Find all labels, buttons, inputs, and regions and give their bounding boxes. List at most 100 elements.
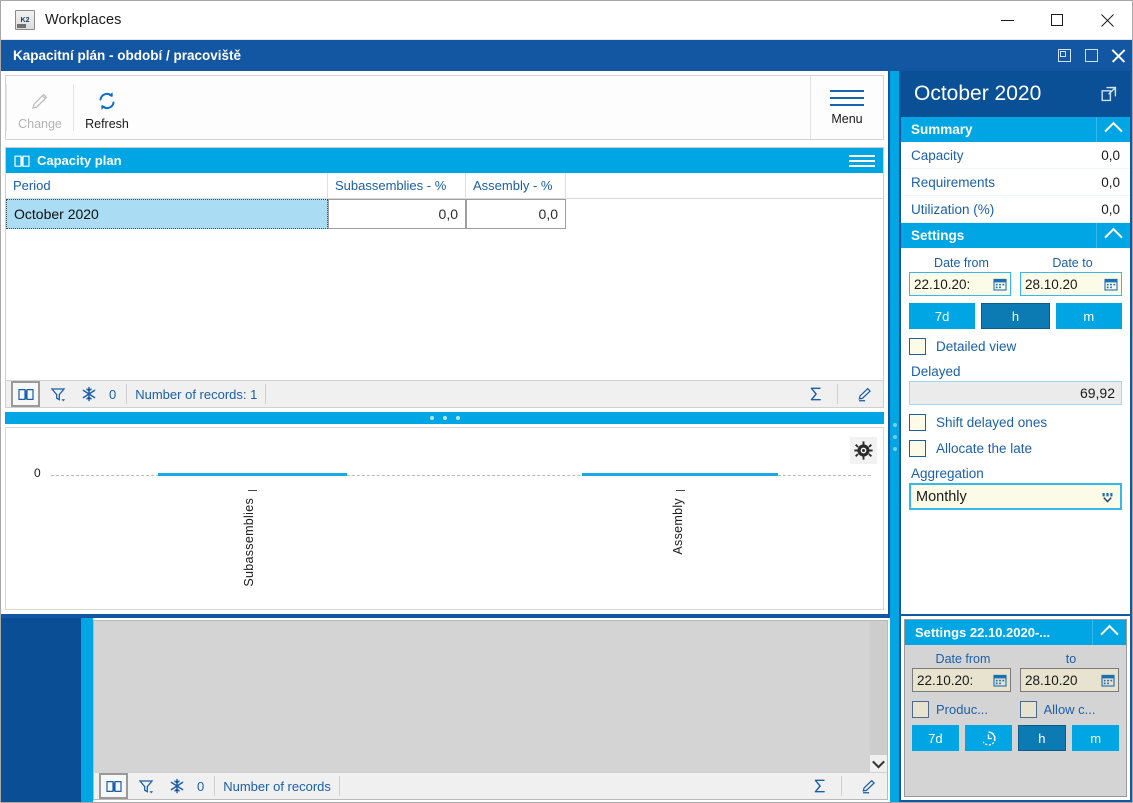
summary-value-requirements: 0,0 — [1101, 174, 1120, 190]
production-label: Produc... — [936, 702, 989, 717]
restore-down-icon — [1058, 49, 1071, 62]
os-window-controls — [982, 1, 1132, 39]
bottom-grid-status-right — [802, 776, 887, 797]
document-maximize-button[interactable] — [1078, 40, 1105, 71]
status-divider — [126, 384, 128, 404]
bottom-record-count-label: Number of records — [223, 778, 331, 794]
calendar-icon[interactable] — [990, 673, 1010, 687]
minimize-button[interactable] — [982, 1, 1032, 39]
capacity-chart: 0 Subassemblies Assembly — [5, 427, 884, 610]
close-icon — [1111, 48, 1126, 63]
document-restore-button[interactable] — [1051, 40, 1078, 71]
horizontal-splitter[interactable] — [5, 412, 884, 424]
segment-m[interactable]: m — [1055, 303, 1122, 329]
column-header-assembly[interactable]: Assembly - % — [466, 173, 566, 198]
detailed-view-checkbox[interactable] — [909, 338, 926, 355]
bottom-settings-collapse-button[interactable] — [1092, 620, 1126, 645]
status-divider — [214, 776, 216, 796]
bottom-filter-button[interactable] — [133, 776, 159, 797]
chart-settings-button[interactable] — [850, 437, 877, 464]
bottom-freeze-count: 0 — [197, 778, 205, 794]
right-panel: October 2020 Summary Capacity 0,0 Requir… — [899, 71, 1132, 802]
freeze-count: 0 — [109, 386, 117, 402]
cell-subassemblies[interactable]: 0,0 — [328, 199, 466, 229]
document-close-button[interactable] — [1105, 40, 1132, 71]
sum-button[interactable] — [803, 384, 829, 405]
bottom-grid-canvas[interactable] — [94, 621, 870, 772]
shift-delayed-checkbox-row[interactable]: Shift delayed ones — [909, 414, 1122, 431]
allow-checkbox[interactable] — [1019, 701, 1037, 718]
right-panel-bottom: Settings 22.10.2020-... Date from 22.10.… — [899, 616, 1132, 802]
book-icon — [14, 154, 30, 168]
vertical-splitter[interactable] — [890, 71, 899, 802]
aggregation-label: Aggregation — [911, 466, 984, 481]
bottom-date-to-value: 28.10.20 — [1025, 672, 1078, 688]
summary-value-capacity: 0,0 — [1101, 147, 1120, 163]
change-button[interactable]: Change — [7, 76, 73, 139]
status-divider — [837, 384, 838, 404]
close-button[interactable] — [1082, 1, 1132, 39]
cell-assembly[interactable]: 0,0 — [466, 199, 566, 229]
chevron-down-icon[interactable] — [1096, 490, 1120, 504]
chart-tick-subassemblies — [248, 490, 257, 491]
delayed-value: 69,92 — [1079, 385, 1115, 401]
date-to-field: Date to 28.10.20 — [1020, 254, 1122, 296]
bottom-grid: 0 Number of records — [93, 620, 888, 800]
filter-button[interactable] — [45, 384, 71, 405]
bottom-edit-button[interactable] — [855, 776, 881, 797]
summary-label-utilization: Utilization (%) — [911, 201, 995, 217]
production-checkbox[interactable] — [912, 701, 929, 718]
detailed-view-checkbox-row[interactable]: Detailed view — [909, 338, 1122, 355]
shift-delayed-checkbox[interactable] — [909, 414, 926, 431]
date-to-value: 28.10.20 — [1025, 276, 1078, 292]
summary-row-capacity: Capacity 0,0 — [901, 142, 1130, 169]
table-row[interactable]: October 2020 0,0 0,0 — [6, 199, 883, 229]
allocate-late-checkbox[interactable] — [909, 440, 926, 457]
column-header-period[interactable]: Period — [6, 173, 328, 198]
bottom-grid-scrollbar[interactable] — [870, 621, 887, 772]
calendar-icon[interactable] — [990, 277, 1010, 291]
menu-button[interactable]: Menu — [810, 76, 883, 139]
chart-bar-assembly — [582, 473, 778, 476]
grid-menu-icon[interactable] — [849, 154, 875, 167]
right-panel-title: October 2020 — [914, 82, 1042, 105]
detailed-view-label: Detailed view — [936, 339, 1017, 354]
calendar-icon[interactable] — [1101, 277, 1121, 291]
refresh-button[interactable]: Refresh — [74, 76, 140, 139]
bottom-date-from-input[interactable]: 22.10.20: — [912, 668, 1011, 692]
allocate-late-checkbox-row[interactable]: Allocate the late — [909, 440, 1122, 457]
allow-checkbox-row[interactable]: Allow c... — [1019, 701, 1120, 718]
right-panel-header: October 2020 — [901, 71, 1130, 117]
maximize-button[interactable] — [1032, 1, 1082, 39]
bottom-segment-7d[interactable]: 7d — [912, 725, 959, 751]
edit-button[interactable] — [851, 384, 877, 405]
aggregation-select[interactable]: Monthly — [909, 483, 1122, 510]
bottom-left-cyan-strip[interactable] — [81, 618, 93, 802]
bottom-grid-view-toggle-button[interactable] — [99, 773, 128, 799]
bottom-date-to-input[interactable]: 28.10.20 — [1020, 668, 1119, 692]
summary-collapse-button[interactable] — [1096, 117, 1130, 142]
summary-title: Summary — [911, 122, 973, 137]
grid-view-toggle-button[interactable] — [11, 381, 40, 407]
bottom-sum-button[interactable] — [807, 776, 833, 797]
scroll-down-button[interactable] — [870, 755, 887, 772]
bottom-freeze-button[interactable] — [164, 776, 190, 797]
calendar-icon[interactable] — [1098, 673, 1118, 687]
bottom-segment-m[interactable]: m — [1072, 725, 1119, 751]
settings-collapse-button[interactable] — [1096, 223, 1130, 248]
cell-period[interactable]: October 2020 — [6, 199, 328, 229]
date-from-input[interactable]: 22.10.20: — [909, 272, 1011, 296]
bottom-date-range-row: Date from 22.10.20: to 28.10.20 — [912, 650, 1119, 692]
production-checkbox-row[interactable]: Produc... — [912, 701, 1012, 718]
column-header-subassemblies[interactable]: Subassemblies - % — [328, 173, 466, 198]
column-header-filler — [566, 173, 883, 198]
open-in-new-window-button[interactable] — [1098, 83, 1120, 105]
app-icon: K2 — [15, 10, 35, 30]
segment-7d[interactable]: 7d — [909, 303, 976, 329]
bottom-date-from-label: Date from — [935, 652, 991, 666]
bottom-segment-clock[interactable] — [964, 725, 1012, 751]
freeze-button[interactable] — [76, 384, 102, 405]
bottom-segment-h[interactable]: h — [1017, 725, 1067, 751]
date-to-input[interactable]: 28.10.20 — [1020, 272, 1122, 296]
segment-h[interactable]: h — [981, 303, 1050, 329]
